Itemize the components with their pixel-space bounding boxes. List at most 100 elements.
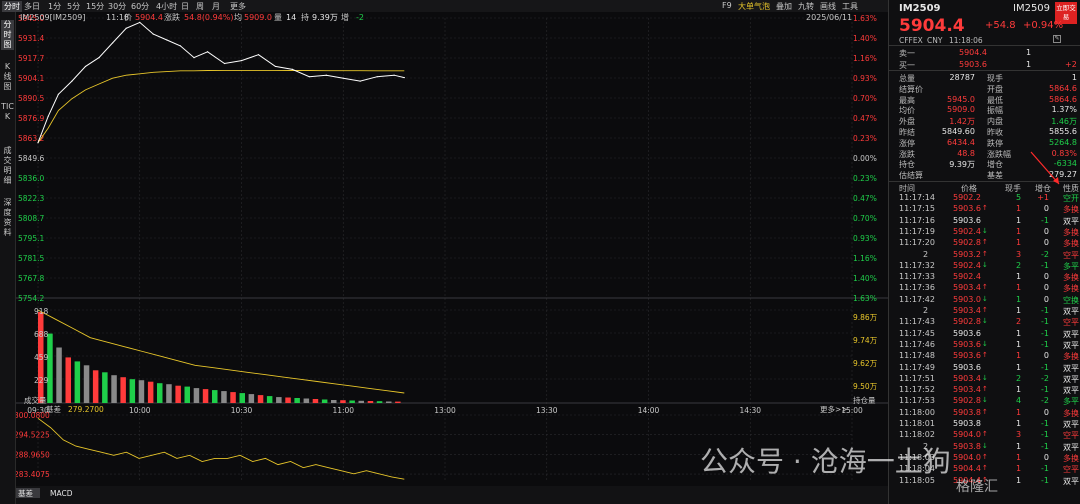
quote-code: IM2509	[899, 3, 941, 14]
trade-price: 5902.8	[953, 396, 981, 406]
arrow-up-icon: ↑	[982, 407, 988, 416]
trade-nature: 双平	[1063, 363, 1079, 373]
price-axis-label: 5836.0	[18, 174, 44, 183]
pct-axis-label: 0.23%	[853, 134, 877, 143]
trade-row: 11:17:16 5903.6 1 -1 双平	[889, 216, 1080, 227]
trade-time: 11:17:42	[899, 294, 935, 304]
trade-volume: 3	[1016, 249, 1022, 259]
volume-bar	[312, 399, 319, 403]
trade-time: 11:17:49	[899, 362, 935, 372]
period-tab[interactable]: 周	[196, 1, 204, 12]
trade-price: 5903.6	[953, 204, 981, 214]
trade-oi-change: -1	[1041, 328, 1049, 338]
trade-oi-change: 0	[1043, 272, 1049, 282]
volume-bar	[321, 399, 328, 403]
price-point	[71, 80, 73, 82]
side-tab[interactable]: 分时图	[1, 20, 14, 50]
trade-oi-change: +1	[1037, 193, 1049, 202]
trade-time: 11:17:45	[899, 328, 935, 338]
trade-time: 11:17:53	[899, 396, 935, 406]
trade-price: 5903.8	[953, 407, 981, 417]
trade-row: 2 5903.4 ↑ 1 -1 双平	[889, 306, 1080, 317]
trade-price: 5903.4	[953, 373, 981, 383]
quote-change-pct: +0.94%	[1023, 20, 1064, 31]
trade-nature: 双平	[1063, 329, 1079, 339]
trade-volume: 1	[1016, 306, 1022, 315]
trade-oi-change: 0	[1043, 294, 1049, 304]
period-tab[interactable]: 4小时	[156, 1, 177, 12]
stat-label: 最高	[899, 95, 915, 105]
price-point	[152, 33, 154, 35]
info-oi: 9.39万	[312, 13, 338, 22]
trade-row: 11:18:00 5903.8 ↑ 1 0 多换	[889, 408, 1080, 419]
period-tab[interactable]: 15分	[86, 1, 104, 12]
bottom-tab[interactable]: MACD	[50, 489, 73, 498]
price-point	[240, 59, 243, 62]
side-tab[interactable]: K线图	[1, 62, 14, 92]
toolbar-tool[interactable]: 九转	[798, 1, 814, 12]
arrow-down-icon: ↓	[982, 339, 988, 348]
volume-bar	[74, 361, 81, 403]
price-point	[193, 57, 195, 59]
side-tab[interactable]: 成交明细	[1, 146, 14, 186]
toolbar-tool[interactable]: 大单气泡	[738, 1, 770, 12]
more-link[interactable]: 更多>>	[820, 404, 848, 414]
volume-bar	[212, 390, 218, 403]
arrow-down-icon: ↓	[982, 260, 988, 269]
stat-label: 内盘	[987, 117, 1003, 127]
trade-oi-change: -1	[1041, 475, 1049, 485]
trade-price: 5903.4	[953, 385, 981, 395]
volume-bar	[358, 400, 364, 403]
sell1-volume: 1	[1026, 48, 1032, 57]
trade-volume: 1	[1016, 475, 1022, 485]
stat-value: 9.39万	[949, 160, 975, 170]
stat-value: 48.8	[957, 148, 975, 158]
toolbar-tool[interactable]: F9	[722, 1, 732, 10]
period-tab[interactable]: 日	[181, 1, 189, 12]
trade-oi-change: 0	[1043, 204, 1049, 214]
stat-label: 持仓	[899, 160, 915, 170]
edit-icon[interactable]: ✎	[1053, 35, 1061, 43]
volume-bar	[376, 401, 383, 403]
chart-toolbar: 分时 多日 1分 5分 15分 30分 60分 4小时日周月更多 F9 大单气泡 叠加 九转 画线 工具	[0, 0, 888, 12]
stat-label: 结算价	[899, 84, 923, 94]
info-inc-label: 增	[341, 12, 349, 22]
trade-volume: 1	[1016, 385, 1022, 395]
price-axis-label: 5917.7	[18, 54, 44, 63]
time-axis-label: 10:00	[129, 406, 151, 415]
quote-panel: IM2509 IM2509 立即交易 5904.4 +54.8 +0.94% C…	[888, 0, 1080, 504]
time-axis-label: 14:00	[638, 406, 660, 415]
trade-time: 11:17:19	[899, 226, 935, 236]
period-tab[interactable]: 更多	[230, 1, 246, 12]
volume-bar	[193, 388, 200, 403]
period-tab[interactable]: 30分	[108, 1, 126, 12]
trade-oi-change: -1	[1041, 215, 1049, 225]
period-tab[interactable]: 分时	[2, 1, 22, 12]
trade-price: 5903.6	[953, 215, 981, 225]
price-point	[359, 80, 361, 82]
stat-label: 最低	[987, 95, 1003, 105]
side-tab[interactable]: 深度资料	[1, 198, 14, 238]
volume-bar	[111, 375, 117, 403]
period-tab[interactable]: 月	[212, 1, 220, 12]
toolbar-tool[interactable]: 工具	[842, 1, 858, 12]
toolbar-tool[interactable]: 叠加	[776, 1, 792, 12]
pct-axis-label: 1.63%	[853, 294, 877, 303]
period-tab[interactable]: 多日	[24, 1, 40, 12]
toolbar-tool[interactable]: 画线	[820, 1, 836, 12]
trade-oi-change: -1	[1041, 430, 1049, 440]
bottom-tab[interactable]: 基差	[18, 488, 33, 498]
trade-nature: 多换	[1063, 273, 1079, 283]
price-line	[37, 21, 405, 143]
period-tab[interactable]: 5分	[67, 1, 80, 12]
period-tab[interactable]: 1分	[48, 1, 61, 12]
volume-bar	[102, 372, 108, 403]
price-point	[325, 74, 327, 76]
side-tab[interactable]: TICK	[1, 102, 14, 122]
period-tab[interactable]: 60分	[131, 1, 149, 12]
stat-label: 现手	[987, 74, 1003, 83]
trade-time: 2	[923, 249, 929, 259]
info-inc: -2	[356, 13, 364, 22]
price-point	[166, 39, 168, 41]
trade-oi-change: -1	[1041, 419, 1049, 428]
